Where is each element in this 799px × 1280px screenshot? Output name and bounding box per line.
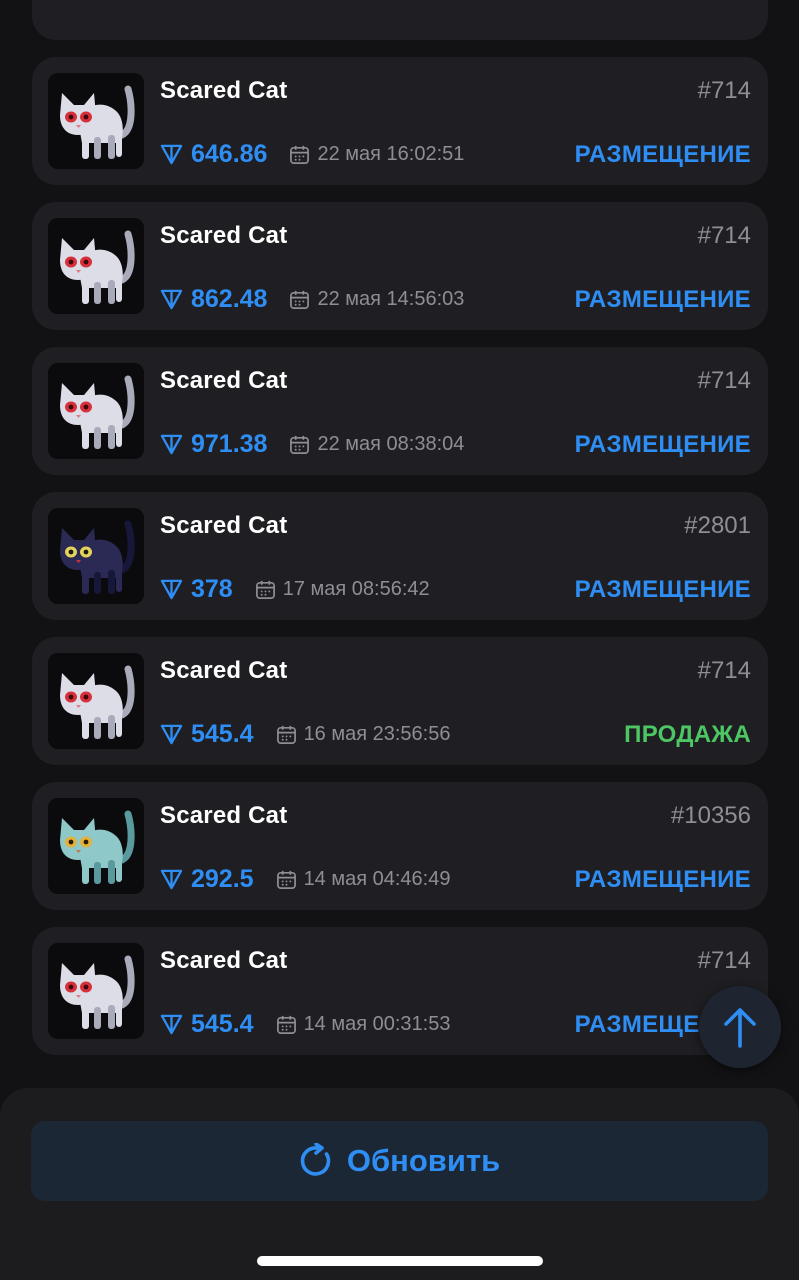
item-number: #714 [697,222,751,249]
item-number: #2801 [684,512,751,539]
ton-diamond-icon [160,869,183,889]
home-indicator[interactable] [257,1256,543,1266]
item-number: #714 [697,77,751,104]
refresh-icon [300,1143,331,1176]
cat-image [48,363,144,459]
price-value: 646.86 [191,139,268,168]
nft-thumbnail [48,943,144,1039]
item-price: 292.5 14 мая 04:46:49 [160,864,450,894]
price-value: 545.4 [191,719,254,748]
refresh-label: Обновить [346,1143,501,1178]
item-name: Scared Cat [160,802,288,829]
list-item[interactable]: Scared Cat #714 971.38 22 мая 08:38:04 Р… [32,347,768,475]
item-date: 16 мая 23:56:56 [276,722,451,746]
list-item[interactable]: Scared Cat #714 862.48 22 мая 14:56:03 Р… [32,202,768,330]
cat-image [48,798,144,894]
ton-diamond-icon [160,1014,183,1034]
date-value: 14 мая 04:46:49 [303,867,451,890]
item-number: #714 [697,367,751,394]
action-label[interactable]: РАЗМЕЩЕНИЕ [575,141,751,169]
ton-diamond-icon [160,724,183,744]
nft-thumbnail [48,653,144,749]
list-item-partial[interactable] [32,0,768,40]
date-value: 22 мая 08:38:04 [317,432,465,455]
list-item[interactable]: Scared Cat #10356 292.5 14 мая 04:46:49 … [32,782,768,910]
cat-image [48,218,144,314]
action-label[interactable]: РАЗМЕЩЕНИЕ [575,866,751,894]
nft-thumbnail [48,218,144,314]
nft-thumbnail [48,508,144,604]
nft-thumbnail [48,73,144,169]
item-price: 545.4 14 мая 00:31:53 [160,1009,450,1039]
action-label[interactable]: РАЗМЕЩЕНИЕ [575,286,751,314]
ton-diamond-icon [160,434,183,454]
ton-diamond-icon [160,144,183,164]
item-name: Scared Cat [160,947,288,974]
calendar-icon [290,290,310,309]
arrow-up-icon [724,1008,756,1048]
ton-diamond-icon [160,579,183,599]
calendar-icon [276,725,296,744]
cat-image [48,943,144,1039]
price-value: 545.4 [191,1009,254,1038]
item-date: 14 мая 00:31:53 [276,1012,451,1036]
item-date: 22 мая 08:38:04 [289,433,464,456]
date-value: 22 мая 16:02:51 [317,142,465,165]
item-name: Scared Cat [160,77,288,104]
item-price: 378 17 мая 08:56:42 [160,574,430,604]
nft-thumbnail [48,798,144,894]
calendar-icon [290,435,310,454]
calendar-icon [276,870,296,889]
action-label[interactable]: РАЗМЕЩЕНИЕ [575,431,751,459]
ton-diamond-icon [160,289,183,309]
item-date: 17 мая 08:56:42 [255,578,430,601]
date-value: 14 мая 00:31:53 [303,1012,451,1035]
item-number: #714 [697,947,751,974]
list-item[interactable]: Scared Cat #714 646.86 22 мая 16:02:51 Р… [32,57,768,185]
price-value: 971.38 [191,429,268,458]
item-price: 646.86 22 мая 16:02:51 [160,139,464,169]
date-value: 16 мая 23:56:56 [303,722,451,745]
item-date: 22 мая 14:56:03 [289,288,464,311]
item-price: 971.38 22 мая 08:38:04 [160,429,464,459]
calendar-icon [276,1015,296,1034]
bottom-panel: Обновить [0,1088,799,1280]
nft-thumbnail [48,363,144,459]
item-name: Scared Cat [160,657,288,684]
activity-list[interactable]: Scared Cat #714 646.86 22 мая 16:02:51 Р… [0,0,799,1090]
calendar-icon [290,145,310,164]
cat-image [48,508,144,604]
cat-image [48,653,144,749]
item-name: Scared Cat [160,512,288,539]
refresh-button[interactable]: Обновить [31,1121,768,1201]
date-value: 22 мая 14:56:03 [317,287,465,310]
calendar-icon [255,580,275,599]
price-value: 378 [191,574,233,603]
item-number: #714 [697,657,751,684]
item-date: 22 мая 16:02:51 [289,143,464,166]
item-price: 545.4 16 мая 23:56:56 [160,719,450,749]
item-price: 862.48 22 мая 14:56:03 [160,284,464,314]
item-name: Scared Cat [160,222,288,249]
date-value: 17 мая 08:56:42 [282,577,430,600]
list-item[interactable]: Scared Cat #2801 378 17 мая 08:56:42 РАЗ… [32,492,768,620]
scroll-top-button[interactable] [699,986,781,1068]
list-item[interactable]: Scared Cat #714 545.4 16 мая 23:56:56 ПР… [32,637,768,765]
cat-image [48,73,144,169]
list-item[interactable]: Scared Cat #714 545.4 14 мая 00:31:53 РА… [32,927,768,1055]
item-name: Scared Cat [160,367,288,394]
price-value: 862.48 [191,284,268,313]
item-number: #10356 [670,802,751,829]
action-label[interactable]: ПРОДАЖА [624,721,751,749]
item-date: 14 мая 04:46:49 [276,867,451,891]
action-label[interactable]: РАЗМЕЩЕНИЕ [575,576,751,604]
price-value: 292.5 [191,864,254,893]
